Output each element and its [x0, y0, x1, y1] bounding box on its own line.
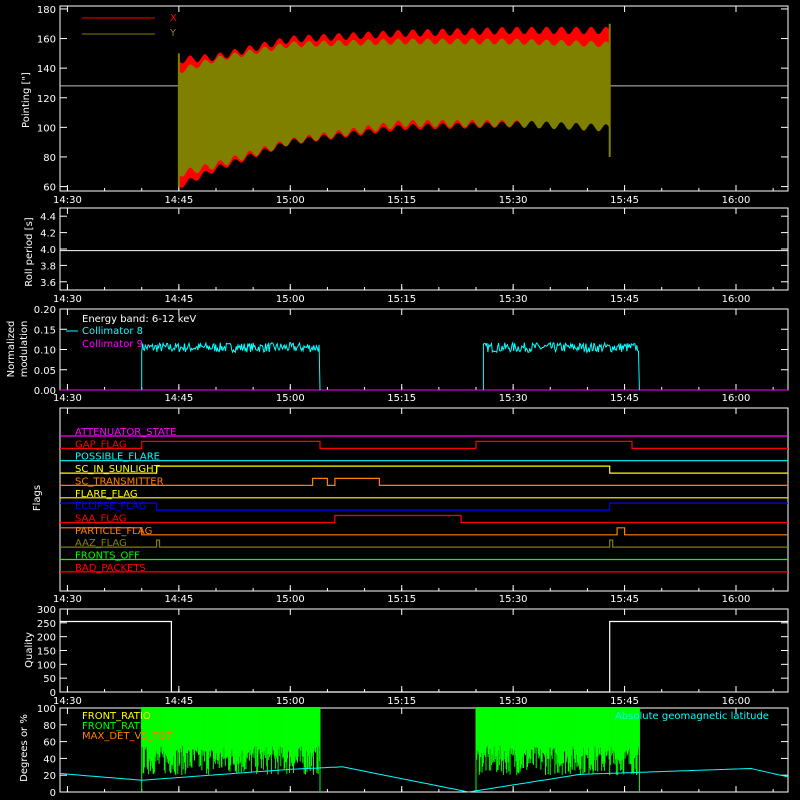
flag-label-sc-transmitter: SC_TRANSMITTER [75, 476, 164, 487]
flag-label-attenuator-state: ATTENUATOR_STATE [75, 427, 176, 438]
energy-band-label: Energy band: 6-12 keV [82, 314, 196, 325]
y-tick-label: 250 [37, 619, 56, 630]
y-tick-label: 0.10 [34, 346, 56, 357]
x-tick-label: 15:15 [387, 696, 416, 707]
y-tick-label: 160 [37, 35, 56, 46]
x-tick-label: 15:45 [610, 393, 639, 404]
x-tick-label: 14:45 [164, 195, 193, 206]
x-tick-label: 15:00 [276, 393, 305, 404]
x-tick-label: 14:30 [53, 393, 82, 404]
x-tick-label: 15:30 [499, 294, 528, 305]
modulation-y-label-line2: modulation [19, 321, 30, 378]
y-tick-label: 3.8 [40, 261, 56, 272]
stage: 14:30 14:45 15:00 15:15 15:30 15:45 16:00 60 80 1… [0, 0, 800, 800]
flag-label-flare-flag: FLARE_FLAG [75, 489, 138, 500]
y-tick-label: 50 [43, 674, 56, 685]
y-tick-label: 0.05 [34, 366, 56, 377]
flag-label-eclipse-flag: ECLIPSE_FLAG [75, 501, 146, 512]
x-tick-label: 14:30 [53, 294, 82, 305]
legend-x-label: X [170, 13, 177, 24]
x-tick-label: 15:00 [276, 294, 305, 305]
y-tick-label: 100 [37, 123, 56, 134]
y-tick-label: 0 [50, 688, 56, 699]
y-tick-label: 180 [37, 5, 56, 16]
legend-max-det: MAX_DET_VS_TOT [82, 731, 174, 742]
y-tick-label: 0.00 [34, 386, 56, 397]
x-tick-label: 15:45 [610, 696, 639, 707]
x-tick-label: 16:00 [722, 594, 751, 605]
y-tick-label: 150 [37, 647, 56, 658]
legend-collimator9-label: Collimator 9 [82, 339, 143, 350]
flag-label-aaz-flag: AAZ_FLAG [75, 538, 127, 549]
x-tick-label: 15:15 [387, 294, 416, 305]
x-tick-label: 15:45 [610, 195, 639, 206]
x-tick-label: 15:15 [387, 195, 416, 206]
quality-y-label: Quality [24, 632, 35, 668]
y-tick-label: 60 [43, 183, 56, 194]
x-tick-label: 15:00 [276, 594, 305, 605]
flag-label-sc-in-sunlight: SC_IN_SUNLIGHT [75, 464, 161, 475]
legend-y-label: Y [169, 28, 177, 39]
x-tick-label: 15:30 [499, 195, 528, 206]
flag-label-saa-flag: SAA_FLAG [75, 513, 126, 524]
y-tick-label: 4.0 [40, 245, 56, 256]
x-tick-label: 15:15 [387, 594, 416, 605]
flag-label-particle-flag: PARTICLE_FLAG [75, 526, 152, 537]
y-tick-label: 4.2 [40, 229, 56, 240]
x-tick-label: 16:00 [722, 696, 751, 707]
y-tick-label: 3.6 [40, 278, 56, 289]
x-tick-label: 14:30 [53, 195, 82, 206]
y-tick-label: 0.15 [34, 325, 56, 336]
x-tick-label: 14:30 [53, 696, 82, 707]
x-tick-label: 15:15 [387, 393, 416, 404]
flag-label-fronts-off: FRONTS_OFF [75, 551, 140, 562]
y-tick-label: 60 [43, 738, 56, 749]
roll-y-label: Roll period [s] [24, 217, 35, 286]
x-tick-label: 15:30 [499, 696, 528, 707]
y-tick-label: 0 [50, 788, 56, 799]
flag-label-bad-packets: BAD_PACKETS [75, 563, 146, 574]
y-tick-label: 100 [37, 660, 56, 671]
x-tick-label: 14:45 [164, 696, 193, 707]
y-tick-label: 120 [37, 94, 56, 105]
x-tick-label: 14:30 [53, 594, 82, 605]
y-tick-label: 200 [37, 633, 56, 644]
y-tick-label: 100 [37, 704, 56, 715]
flag-label-possible-flare: POSSIBLE_FLARE [75, 452, 160, 463]
y-tick-label: 0.20 [34, 305, 56, 316]
x-tick-label: 14:45 [164, 594, 193, 605]
pointing-y-label: Pointing ["] [21, 72, 32, 128]
y-tick-label: 140 [37, 64, 56, 75]
x-tick-label: 15:00 [276, 195, 305, 206]
x-tick-label: 16:00 [722, 393, 751, 404]
x-tick-label: 15:45 [610, 294, 639, 305]
y-tick-label: 4.4 [40, 212, 56, 223]
y-tick-label: 20 [43, 771, 56, 782]
x-tick-label: 14:45 [164, 393, 193, 404]
y-tick-label: 80 [43, 721, 56, 732]
modulation-y-label-line1: Normalized [6, 321, 17, 378]
flags-y-label: Flags [32, 485, 43, 511]
geomag-latitude-label: Absolute geomagnetic latitude [615, 711, 769, 722]
x-tick-label: 16:00 [722, 195, 751, 206]
y-tick-label: 40 [43, 754, 56, 765]
flag-label-gap-flag: GAP_FLAG [75, 439, 127, 450]
x-tick-label: 15:30 [499, 393, 528, 404]
x-tick-label: 15:45 [610, 594, 639, 605]
geomag-y-label: Degrees or % [19, 714, 30, 782]
x-tick-label: 15:30 [499, 594, 528, 605]
x-tick-label: 16:00 [722, 294, 751, 305]
y-tick-label: 80 [43, 153, 56, 164]
y-tick-label: 300 [37, 605, 56, 616]
x-tick-label: 14:45 [164, 294, 193, 305]
legend-collimator8-label: Collimator 8 [82, 326, 143, 337]
x-tick-label: 15:00 [276, 696, 305, 707]
